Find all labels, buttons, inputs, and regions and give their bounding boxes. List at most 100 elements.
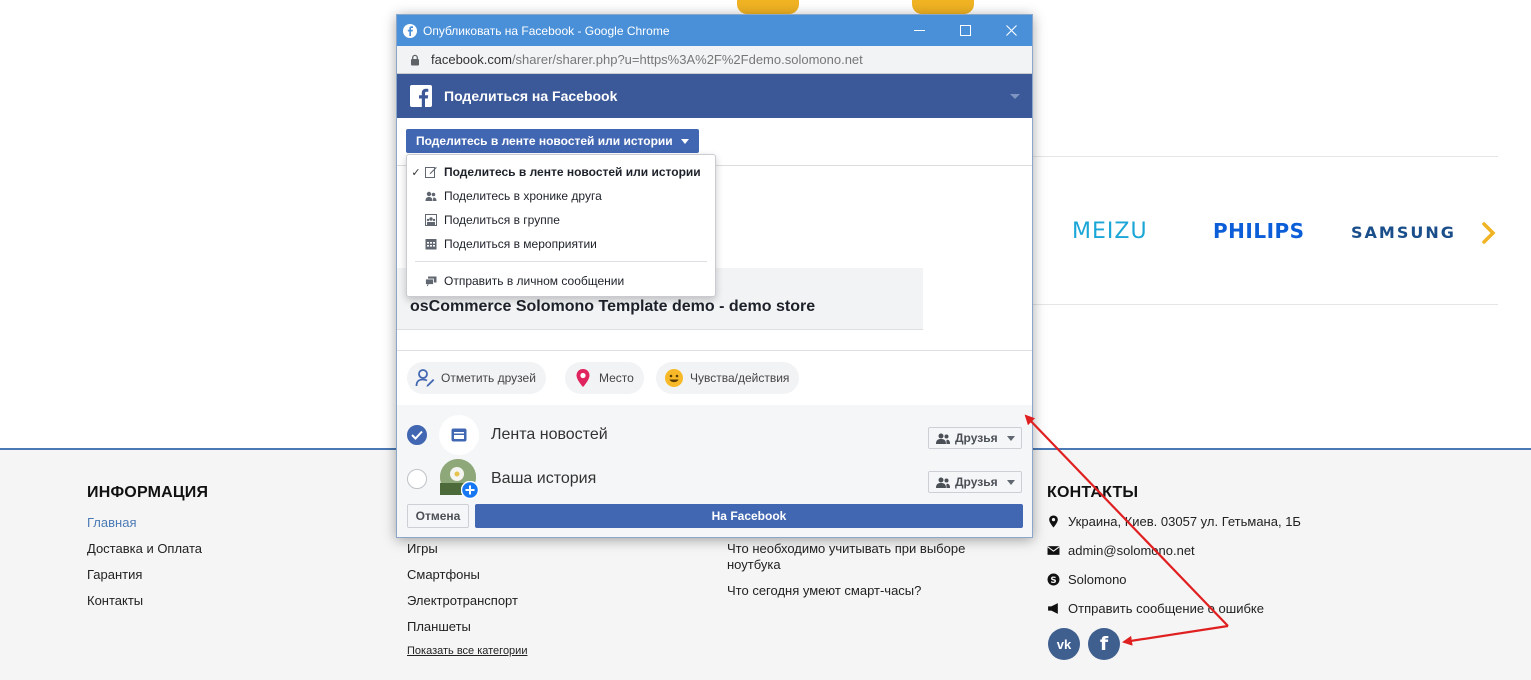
footer-article-smartwatch[interactable]: Что сегодня умеют смарт-часы? [727,583,921,598]
feeling-activity-label: Чувства/действия [690,371,790,385]
check-in-button[interactable]: Место [565,362,644,394]
story-label: Ваша история [491,470,597,487]
contact-address: Украина, Киев. 03057 ул. Гетьмана, 1Б [1047,514,1301,529]
footer-article-laptop-cont[interactable]: ноутбука [727,557,781,572]
vk-icon[interactable]: vk [1048,628,1080,660]
footer-contacts-heading: КОНТАКТЫ [1047,484,1139,501]
menu-item-label: Поделиться в мероприятии [444,237,597,251]
footer-link-contacts[interactable]: Контакты [87,593,143,608]
feeling-activity-button[interactable]: Чувства/действия [656,362,800,394]
url-path: /sharer/sharer.php?u=https%3A%2F%2Fdemo.… [511,52,863,67]
fb-dialog-header: Поделиться на Facebook [397,74,1032,118]
news-feed-privacy-label: Друзья [955,431,998,445]
menu-item-friend-timeline[interactable]: Поделитесь в хронике друга [407,185,715,207]
checkmark-icon [411,430,423,440]
contact-email[interactable]: admin@solomono.net [1047,543,1195,558]
share-target-label: Поделитесь в ленте новостей или истории [416,134,673,148]
post-to-facebook-button[interactable]: На Facebook [475,504,1023,528]
top-nav-tab[interactable] [912,0,974,14]
maximize-button[interactable] [942,15,988,46]
contact-email-text[interactable]: admin@solomono.net [1068,543,1195,558]
message-icon [425,276,437,287]
brand-logo-philips[interactable]: PHILIPS [1213,219,1305,243]
menu-item-label: Поделиться в группе [444,213,560,227]
divider [1032,304,1498,305]
contact-report-error[interactable]: Отправить сообщение о ошибке [1047,601,1264,616]
footer-link-home[interactable]: Главная [87,515,136,530]
caret-down-icon [1006,435,1015,441]
share-target-menu: ✓ Поделитесь в ленте новостей или истори… [406,154,716,297]
menu-item-group[interactable]: Поделиться в группе [407,209,715,231]
calendar-icon [425,239,437,250]
facebook-icon[interactable]: f [1088,628,1120,660]
close-button[interactable] [988,15,1032,46]
divider [1032,156,1498,157]
contact-report-error-text[interactable]: Отправить сообщение о ошибке [1068,601,1264,616]
friends-icon [936,433,950,444]
audience-row-news-feed[interactable]: Лента новостей Друзья [397,415,1032,455]
news-feed-checkbox[interactable] [407,425,427,445]
footer-category-games[interactable]: Игры [407,541,438,556]
add-plus-icon[interactable] [461,481,479,499]
location-pin-icon [576,369,590,387]
chevron-right-icon[interactable] [1478,222,1500,244]
menu-divider [415,261,707,262]
link-preview-title: osCommerce Solomono Template demo - demo… [410,298,816,315]
checkmark-icon: ✓ [411,166,421,179]
contact-address-text: Украина, Киев. 03057 ул. Гетьмана, 1Б [1068,514,1301,529]
minimize-button[interactable] [896,15,942,46]
url-text[interactable]: facebook.com/sharer/sharer.php?u=https%3… [431,52,863,67]
brand-logo-meizu[interactable]: MEIZU [1072,219,1148,244]
edit-icon [425,167,437,178]
footer-category-smartphones[interactable]: Смартфоны [407,567,480,582]
smiley-icon [665,369,683,387]
news-feed-privacy-selector[interactable]: Друзья [928,427,1022,449]
envelope-icon [1047,546,1060,555]
menu-item-news-feed[interactable]: ✓ Поделитесь в ленте новостей или истори… [407,161,715,183]
chevron-down-icon[interactable] [1010,94,1020,99]
tag-friends-label: Отметить друзей [441,371,536,385]
check-in-label: Место [599,371,634,385]
maximize-icon [959,25,971,36]
group-icon [425,214,437,226]
address-bar[interactable]: facebook.com/sharer/sharer.php?u=https%3… [397,46,1032,74]
window-titlebar[interactable]: Опубликовать на Facebook - Google Chrome [397,15,1032,46]
close-icon [1005,25,1017,36]
window-title: Опубликовать на Facebook - Google Chrome [423,23,670,38]
footer-category-tablets[interactable]: Планшеты [407,619,471,634]
cancel-button[interactable]: Отмена [407,504,469,528]
story-checkbox[interactable] [407,469,427,489]
menu-item-label: Поделитесь в хронике друга [444,189,602,203]
contact-skype[interactable]: S Solomono [1047,572,1127,587]
fb-dialog-title: Поделиться на Facebook [444,88,618,104]
friends-icon [936,477,950,488]
menu-item-private-message[interactable]: Отправить в личном сообщении [407,270,715,292]
news-feed-icon [439,415,479,455]
story-privacy-label: Друзья [955,475,998,489]
minimize-icon [913,30,925,31]
divider [397,350,1032,351]
footer-article-laptop[interactable]: Что необходимо учитывать при выборе [727,541,965,556]
brand-logo-samsung[interactable]: SAMSUNG [1351,223,1456,242]
map-pin-icon [1049,515,1058,528]
facebook-favicon [403,23,417,38]
audience-row-story[interactable]: Ваша история Друзья [397,459,1032,499]
menu-item-label: Поделитесь в ленте новостей или истории [444,165,701,179]
footer-category-e-transport[interactable]: Электротранспорт [407,593,518,608]
tag-friends-button[interactable]: Отметить друзей [407,362,546,394]
caret-down-icon [680,138,689,144]
top-nav-tab[interactable] [737,0,799,14]
svg-text:S: S [1050,576,1056,586]
facebook-share-window: Опубликовать на Facebook - Google Chrome… [396,14,1033,538]
url-host: facebook.com [431,52,512,67]
caret-down-icon [1006,479,1015,485]
share-target-dropdown[interactable]: Поделитесь в ленте новостей или истории [406,129,699,153]
footer-show-all-categories[interactable]: Показать все категории [407,645,527,657]
footer-info-column: ИНФОРМАЦИЯ [87,484,208,502]
story-privacy-selector[interactable]: Друзья [928,471,1022,493]
footer-contacts-column: КОНТАКТЫ [1047,484,1138,502]
contact-skype-text[interactable]: Solomono [1068,572,1127,587]
menu-item-event[interactable]: Поделиться в мероприятии [407,233,715,255]
footer-link-delivery[interactable]: Доставка и Оплата [87,541,202,556]
footer-link-warranty[interactable]: Гарантия [87,567,142,582]
